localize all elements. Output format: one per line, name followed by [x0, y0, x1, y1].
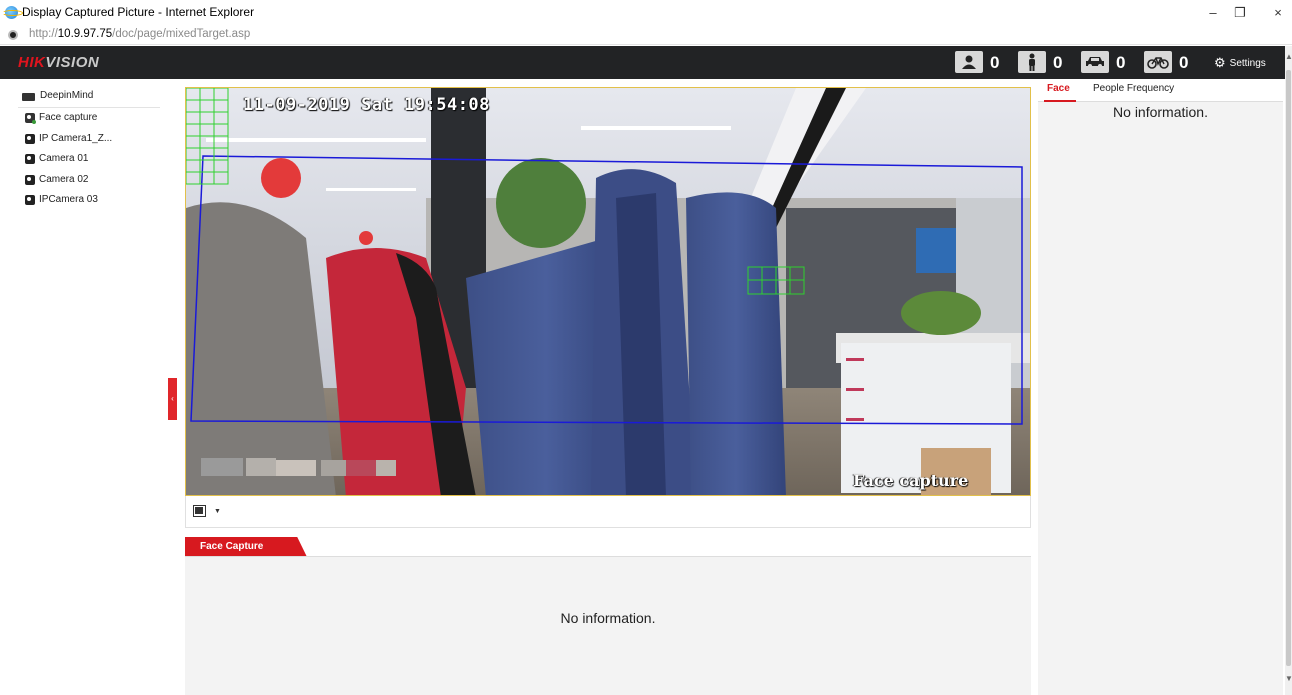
tab-face-capture[interactable]: Face Capture: [185, 537, 307, 557]
window-layout-icon[interactable]: [193, 505, 206, 517]
person-count-icon: [1018, 51, 1046, 73]
bike-count-icon: [1144, 51, 1172, 73]
tree-item-ip-camera1[interactable]: IP Camera1_Z...: [18, 129, 160, 150]
app-header: HIKVISION 0 0 0 0 ⚙ Settings: [0, 46, 1285, 79]
camera-icon: [25, 195, 35, 205]
minimize-button[interactable]: –: [1201, 4, 1225, 22]
device-tree: DeepinMind Face capture IP Camera1_Z... …: [18, 84, 160, 211]
address-url[interactable]: http://10.9.97.75/doc/page/mixedTarget.a…: [29, 28, 250, 40]
right-panel: Face People Frequency No information.: [1038, 80, 1283, 695]
settings-button[interactable]: ⚙ Settings: [1214, 55, 1266, 71]
tab-face[interactable]: Face: [1047, 83, 1070, 94]
bike-count: 0: [1179, 53, 1189, 72]
camera-icon: [25, 174, 35, 185]
scroll-up-icon[interactable]: ▲: [1285, 52, 1292, 61]
vehicle-count-icon: [1081, 51, 1109, 73]
internet-explorer-icon: [2, 6, 23, 19]
face-camera-icon: [25, 113, 36, 124]
face-capture-panel: No information.: [185, 557, 1031, 695]
gear-icon: ⚙: [1214, 55, 1226, 70]
hikvision-logo: HIKVISION: [18, 54, 100, 71]
camera-icon: [25, 154, 35, 164]
person-count: 0: [1053, 53, 1063, 72]
right-panel-tabs: Face People Frequency: [1038, 80, 1283, 102]
page-icon: [8, 30, 18, 40]
page-scrollbar[interactable]: ▲ ▼: [1285, 46, 1292, 695]
window-titlebar: Display Captured Picture - Internet Expl…: [0, 0, 1292, 26]
camera-icon: [25, 133, 35, 144]
window-title: Display Captured Picture - Internet Expl…: [22, 5, 255, 19]
tree-item-face-capture[interactable]: Face capture: [18, 108, 160, 129]
face-capture-empty-text: No information.: [560, 610, 656, 626]
chevron-left-icon: ‹: [171, 394, 174, 403]
tree-item-ipcamera-03[interactable]: IPCamera 03: [18, 190, 160, 211]
close-button[interactable]: ×: [1266, 4, 1290, 22]
video-timestamp: 11-09-2019 Sat 19:54:08: [243, 95, 490, 115]
tab-people-frequency[interactable]: People Frequency: [1093, 83, 1174, 94]
collapse-sidebar-handle[interactable]: ‹: [168, 378, 177, 420]
video-frame: [186, 88, 1030, 495]
address-bar[interactable]: http://10.9.97.75/doc/page/mixedTarget.a…: [0, 26, 1292, 45]
right-panel-empty-text: No information.: [1113, 104, 1208, 120]
nvr-icon: [22, 93, 35, 101]
live-video[interactable]: 11-09-2019 Sat 19:54:08 Face capture: [185, 87, 1031, 496]
video-toolbar: ▼: [185, 496, 1031, 528]
vehicle-count: 0: [1116, 53, 1126, 72]
restore-button[interactable]: ❐: [1228, 4, 1252, 22]
tree-item-camera-02[interactable]: Camera 02: [18, 170, 160, 191]
active-tab-indicator: [1044, 100, 1076, 102]
tree-root-deepinmind[interactable]: DeepinMind: [18, 84, 160, 108]
chevron-down-icon[interactable]: ▼: [214, 508, 221, 515]
face-count: 0: [990, 53, 1000, 72]
face-count-icon: [955, 51, 983, 73]
video-channel-name: Face capture: [853, 471, 969, 490]
scroll-down-icon[interactable]: ▼: [1285, 674, 1292, 683]
tree-item-camera-01[interactable]: Camera 01: [18, 149, 160, 170]
scrollbar-thumb[interactable]: [1286, 70, 1291, 666]
